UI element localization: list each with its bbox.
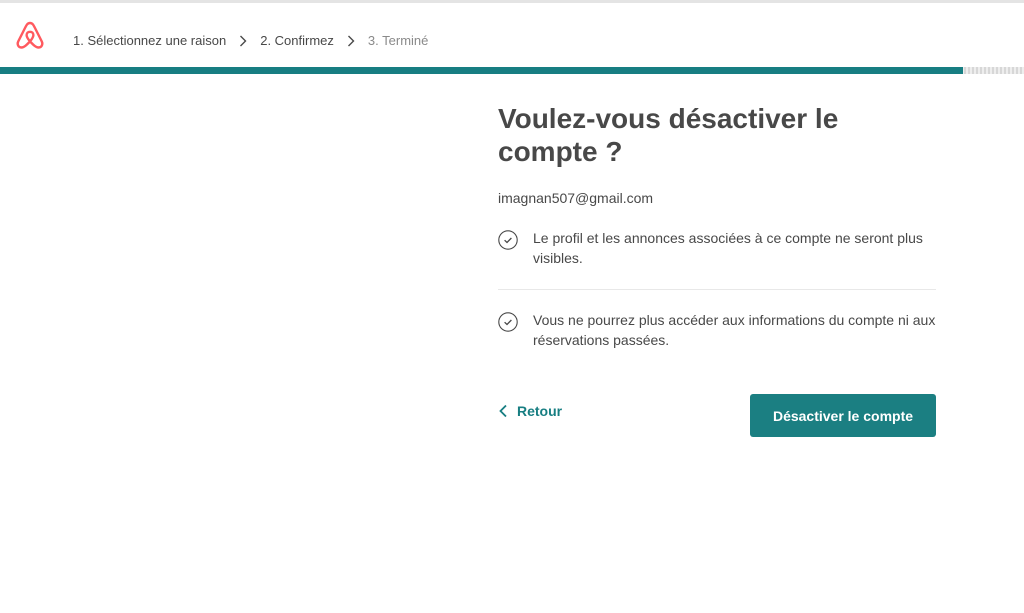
- header: 1. Sélectionnez une raison 2. Confirmez …: [0, 3, 1024, 67]
- consequence-item: Le profil et les annonces associées à ce…: [498, 228, 936, 268]
- progress-bar: [0, 67, 1024, 74]
- step-select-reason: 1. Sélectionnez une raison: [73, 33, 227, 48]
- page-title: Voulez-vous désactiver le compte ?: [498, 103, 839, 167]
- check-circle-icon: [498, 312, 518, 332]
- consequence-item: Vous ne pourrez plus accéder aux informa…: [498, 310, 936, 350]
- step-confirm: 2. Confirmez: [260, 33, 334, 48]
- breadcrumb: 1. Sélectionnez une raison 2. Confirmez …: [73, 33, 428, 48]
- action-bar: Retour Désactiver le compte: [498, 394, 936, 438]
- consequence-text: Vous ne pourrez plus accéder aux informa…: [533, 312, 936, 348]
- step-done: 3. Terminé: [367, 33, 429, 48]
- check-circle-icon: [498, 230, 518, 250]
- airbnb-logo-icon[interactable]: [15, 19, 45, 51]
- divider: [498, 289, 936, 290]
- progress-bar-fill: [0, 67, 963, 74]
- back-button[interactable]: Retour: [498, 403, 562, 419]
- deactivate-account-button[interactable]: Désactiver le compte: [750, 394, 936, 437]
- back-button-label: Retour: [517, 403, 563, 419]
- chevron-right-icon: [232, 35, 254, 47]
- chevron-right-icon: [340, 35, 362, 47]
- account-email: imagnan507@gmail.com: [498, 190, 654, 206]
- confirm-panel: Voulez-vous désactiver le compte ? imagn…: [498, 100, 936, 438]
- consequence-text: Le profil et les annonces associées à ce…: [533, 230, 923, 266]
- chevron-left-icon: [499, 404, 507, 418]
